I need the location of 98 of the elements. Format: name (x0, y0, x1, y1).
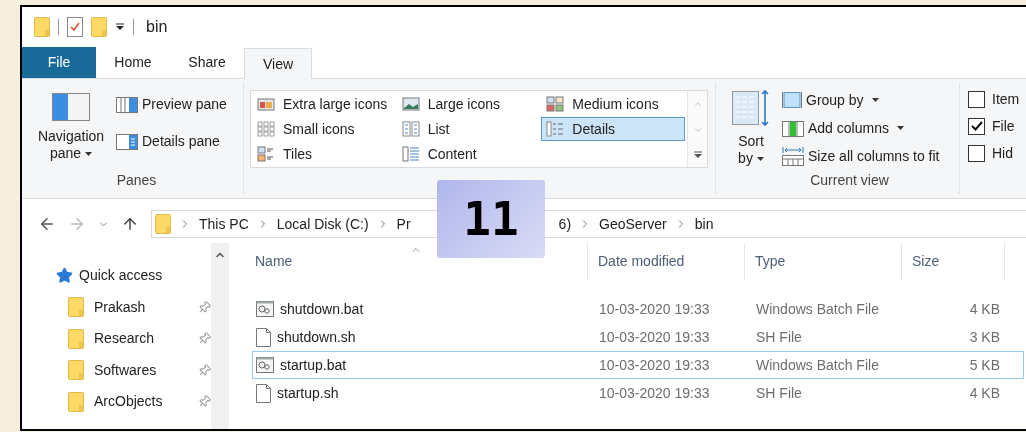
file-name: shutdown.sh (277, 327, 356, 347)
breadcrumb[interactable]: Local Disk (C:) (276, 213, 369, 235)
columns-icon (782, 119, 804, 137)
star-icon (56, 267, 73, 285)
layout-option[interactable]: Content (396, 142, 541, 166)
checkbox[interactable] (968, 144, 985, 162)
pane-layout-icon (116, 133, 138, 150)
ribbon-tab[interactable]: View (244, 48, 312, 79)
caret-icon (85, 152, 93, 157)
group-by-button[interactable]: Group by (782, 89, 940, 111)
layout-option[interactable]: List (396, 117, 541, 141)
grid-icon (546, 96, 565, 112)
show-option-checkbox[interactable]: Hid (968, 144, 1020, 162)
list-icon (401, 121, 420, 137)
details-icon (546, 121, 565, 137)
file-row[interactable]: shutdown.bat 10-03-2020 19:33 Windows Batch File 4 KB (252, 295, 1024, 323)
show-option-checkbox[interactable]: File (968, 117, 1020, 135)
step-badge: 11 (437, 180, 545, 258)
file-name: startup.sh (277, 383, 339, 403)
document-icon (256, 383, 271, 403)
checkbox[interactable] (968, 90, 985, 108)
checkbox[interactable] (968, 117, 985, 135)
layout-option[interactable]: Extra large icons (252, 92, 396, 116)
document-icon (256, 327, 271, 347)
file-row[interactable]: shutdown.sh 10-03-2020 19:33 SH File 3 KB (252, 323, 1024, 351)
expand-icon[interactable] (692, 151, 703, 159)
preview-pane-button[interactable]: Preview pane (116, 94, 227, 115)
ribbon-tab[interactable]: Share (170, 47, 244, 78)
scrollbar[interactable] (211, 243, 229, 429)
folder-icon (68, 328, 84, 349)
table-cell-text: SH File (755, 383, 803, 403)
show-option-checkbox[interactable]: Item (968, 90, 1020, 108)
folder-icon (91, 17, 107, 37)
navigation-item[interactable]: Softwares (22, 354, 211, 386)
group-label: Panes (115, 171, 157, 190)
size-columns-button[interactable]: Size all columns to fit (782, 145, 940, 167)
breadcrumb[interactable]: 6) (558, 213, 572, 235)
gear-file-icon (256, 300, 274, 318)
folder-icon (155, 214, 171, 234)
ribbon-tab[interactable]: File (22, 47, 96, 78)
folder-icon (68, 297, 84, 318)
file-name: startup.bat (280, 355, 347, 375)
table-cell-text: 4 KB (968, 299, 1001, 319)
table-cell-text: Windows Batch File (755, 355, 880, 375)
gear-file-icon (256, 356, 274, 374)
folder-icon (68, 360, 84, 381)
navigation-item[interactable]: ArcObjects (22, 386, 211, 418)
navigation-item[interactable]: Quick access (22, 260, 211, 292)
table-cell-text: 10-03-2020 19:33 (598, 299, 711, 319)
navigation-item[interactable]: Prakash (22, 291, 211, 323)
table-cell-text: 10-03-2020 19:33 (598, 383, 711, 403)
table-cell-text: 4 KB (968, 383, 1001, 403)
caret-icon (871, 98, 879, 102)
breadcrumb[interactable]: This PC (199, 213, 249, 235)
tiles-icon (257, 146, 275, 162)
column-header[interactable]: Type (745, 243, 902, 280)
layout-option[interactable]: Medium icons (541, 92, 686, 116)
navigation-pane-button[interactable]: Navigation pane (30, 93, 112, 170)
grid-icon (257, 121, 275, 137)
layout-option[interactable]: Details (541, 117, 686, 141)
layout-option[interactable]: Large icons (396, 92, 541, 116)
pane-layout-icon (52, 93, 90, 121)
table-cell-text: 10-03-2020 19:33 (598, 327, 711, 347)
pane-layout-icon (116, 96, 138, 113)
caret-icon (896, 126, 904, 130)
folder-icon (68, 391, 84, 412)
window-title: bin (146, 17, 168, 37)
table-cell-text: 3 KB (968, 327, 1001, 347)
file-name: shutdown.bat (280, 299, 364, 319)
table-cell-text: 5 KB (968, 355, 1001, 375)
table-cell-text: SH File (755, 327, 803, 347)
ribbon-tab[interactable]: Home (96, 47, 170, 78)
table-cell-text: Windows Batch File (755, 299, 880, 319)
breadcrumb[interactable]: bin (694, 213, 714, 235)
dropdown-icon[interactable] (115, 23, 125, 31)
group-label: Current view (809, 171, 889, 190)
details-pane-button[interactable]: Details pane (116, 131, 227, 152)
layout-option[interactable]: Small icons (252, 117, 396, 141)
caret-icon (756, 157, 764, 162)
breadcrumb[interactable]: GeoServer (599, 213, 667, 235)
column-header[interactable]: Date modified (588, 243, 745, 280)
breadcrumb[interactable]: Pr (396, 213, 411, 235)
navigation-item[interactable]: Research (22, 323, 211, 355)
file-row[interactable]: startup.bat 10-03-2020 19:33 Windows Batch File 5 KB (252, 351, 1024, 379)
fit-columns-icon (782, 146, 804, 166)
landscape-icon (401, 96, 420, 112)
group-icon (782, 91, 802, 109)
table-cell-text: 10-03-2020 19:33 (598, 355, 711, 375)
sort-table-icon (732, 89, 770, 127)
add-columns-button[interactable]: Add columns (782, 117, 940, 139)
content-icon (401, 146, 420, 162)
folder-icon (34, 17, 50, 37)
file-row[interactable]: startup.sh 10-03-2020 19:33 SH File 4 KB (252, 379, 1024, 407)
layout-option[interactable]: Tiles (252, 142, 396, 166)
sort-by-button[interactable]: Sort by (730, 89, 772, 170)
column-header[interactable]: Size (902, 243, 1005, 280)
checklist-icon[interactable] (67, 17, 83, 37)
picture-icon (257, 96, 275, 112)
